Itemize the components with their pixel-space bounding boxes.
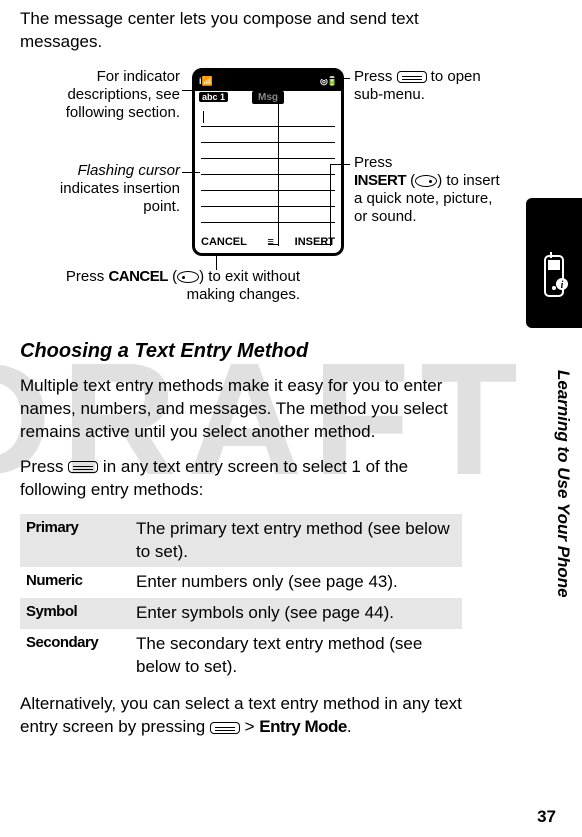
method-desc: Enter numbers only (see page 43). [130,567,462,598]
table-row: Numeric Enter numbers only (see page 43)… [20,567,462,598]
battery-icon: ◎🔋 [320,75,337,87]
phone-icon: i [537,248,571,298]
table-row: Symbol Enter symbols only (see page 44). [20,598,462,629]
callout-cancel: Press CANCEL () to exit without making c… [20,268,300,304]
closing-text: Alternatively, you can select a text ent… [20,693,462,739]
softkey-menu-icon: ≡ [268,235,274,250]
menu-key-icon [210,722,240,734]
table-row: Primary The primary text entry method (s… [20,514,462,568]
callout-indicators: For indicator descriptions, see followin… [20,68,180,122]
menu-key-icon [397,71,427,83]
page-number: 37 [537,806,556,829]
table-row: Secondary The secondary text entry metho… [20,629,462,683]
diagram: i📶 ◎🔋 abc 1 Msg CANCEL ≡ INSERT For indi… [20,68,462,318]
section-para1: Multiple text entry methods make it easy… [20,375,462,444]
screen-title: Msg [252,91,284,105]
method-desc: The secondary text entry method (see bel… [130,629,462,683]
section-heading: Choosing a Text Entry Method [20,338,462,365]
cursor-icon [203,111,204,123]
method-desc: The primary text entry method (see below… [130,514,462,568]
svg-text:i: i [561,280,564,291]
callout-cursor: Flashing cursor indicates insertion poin… [20,162,180,216]
left-softkey-icon [177,271,199,283]
phone-screen: i📶 ◎🔋 abc 1 Msg CANCEL ≡ INSERT [192,68,344,256]
methods-table: Primary The primary text entry method (s… [20,514,462,684]
callout-insert: Press INSERT () to insert a quick note, … [354,154,504,226]
callout-menu: Press to open sub-menu. [354,68,494,104]
menu-key-icon [68,461,98,473]
softkey-cancel: CANCEL [201,235,247,250]
method-name: Primary [20,514,130,568]
right-softkey-icon [415,175,437,187]
text-lines [201,111,335,223]
chapter-label: Learning to Use Your Phone [551,370,574,598]
intro-text: The message center lets you compose and … [20,8,462,54]
softkey-insert: INSERT [295,235,335,250]
section-para2: Press in any text entry screen to select… [20,456,462,502]
signal-icon: i📶 [199,75,213,87]
method-desc: Enter symbols only (see page 44). [130,598,462,629]
method-name: Numeric [20,567,130,598]
mode-chip: abc 1 [199,92,228,102]
method-name: Secondary [20,629,130,683]
method-name: Symbol [20,598,130,629]
side-tab: i [526,198,582,328]
